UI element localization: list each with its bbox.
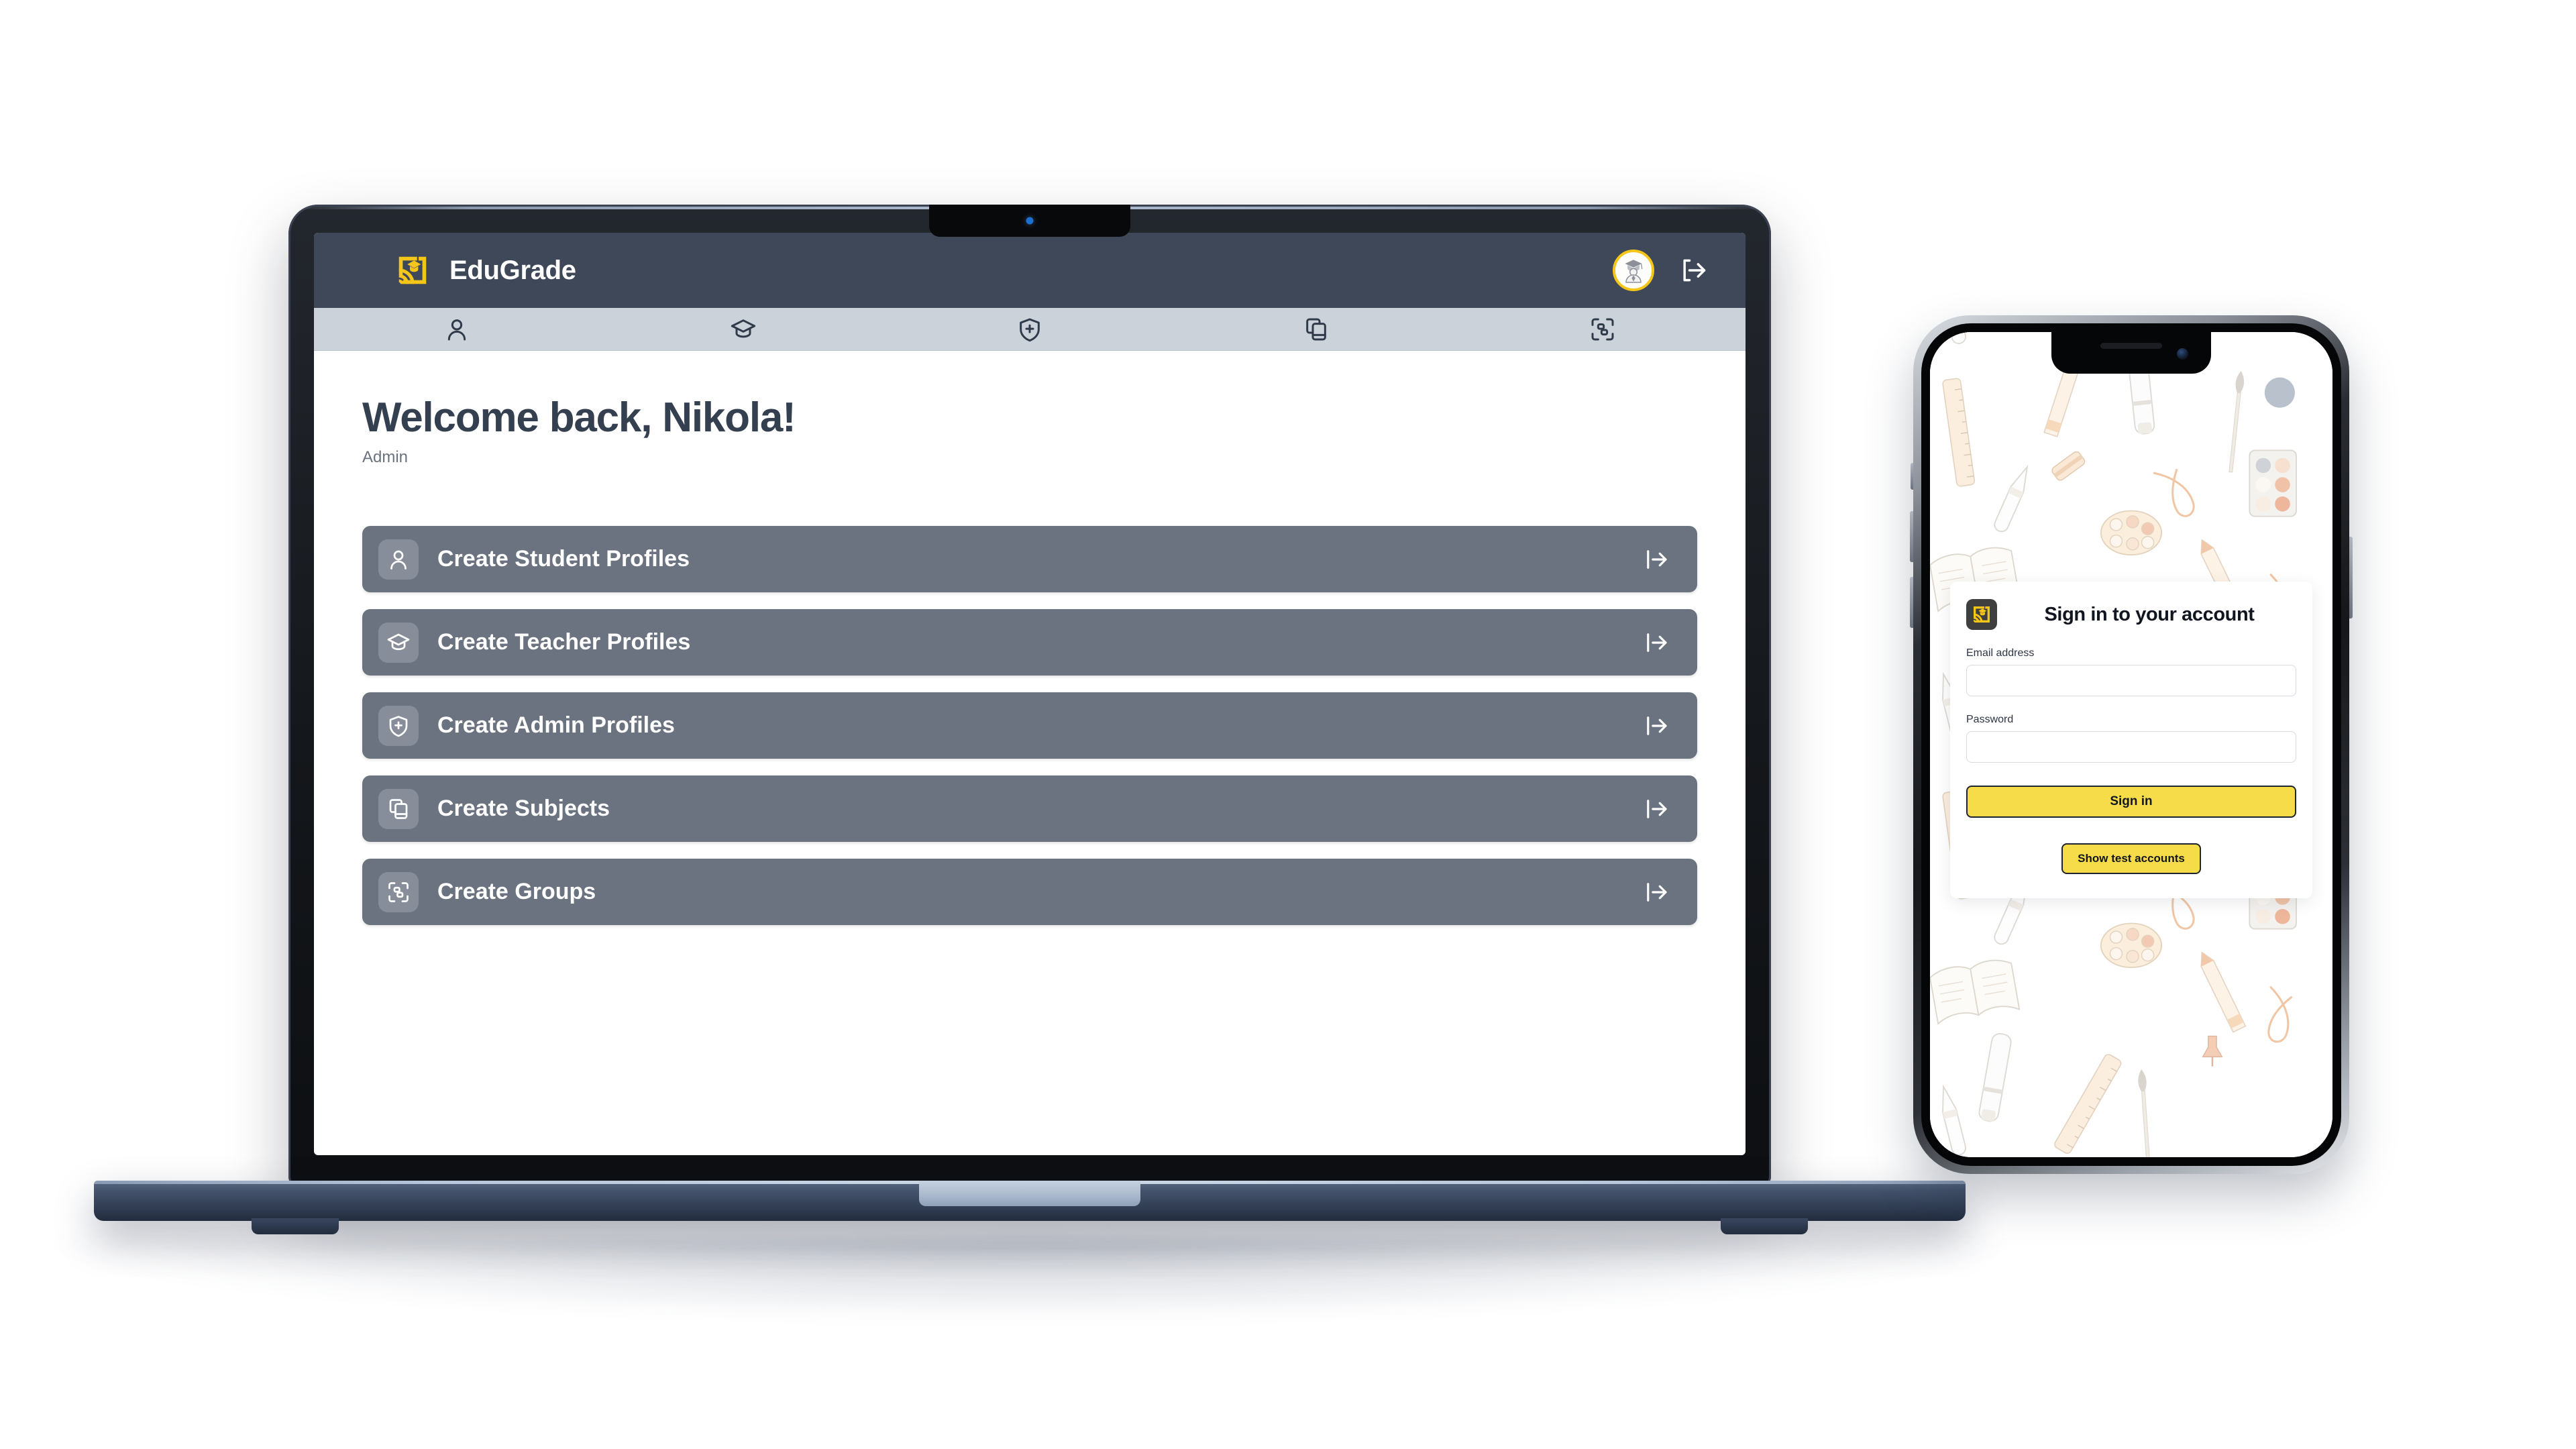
nav-item-students[interactable] [314, 308, 600, 350]
phone-device: Sign in to your account Email address Pa… [1910, 315, 2353, 1174]
page-title: Welcome back, Nikola! [362, 394, 796, 441]
app-nav [314, 308, 1746, 351]
card-label: Create Teacher Profiles [437, 629, 691, 655]
nav-item-groups[interactable] [1459, 308, 1746, 350]
app-logo-badge [1966, 599, 1997, 630]
card-icon-wrap [378, 622, 419, 663]
phone-earpiece-speaker [2100, 343, 2162, 349]
card-create-admin-profiles[interactable]: Create Admin Profiles [362, 692, 1697, 759]
scan-group-icon [1591, 318, 1614, 340]
brand-name: EduGrade [449, 255, 576, 285]
header-actions [1613, 250, 1708, 291]
arrow-right-from-line-icon[interactable] [1642, 712, 1670, 740]
card-label: Create Subjects [437, 796, 610, 821]
phone-screen: Sign in to your account Email address Pa… [1930, 332, 2332, 1157]
laptop-shadow [54, 1238, 2006, 1318]
scene: EduGrade Welcome back, Nikola! Admin Cre… [0, 0, 2576, 1449]
card-label: Create Admin Profiles [437, 712, 675, 738]
laptop-base [94, 1181, 1966, 1234]
app-header: EduGrade [314, 233, 1746, 308]
edugrade-logo-icon [398, 256, 427, 284]
card-icon-wrap [378, 705, 419, 746]
laptop-screen: EduGrade Welcome back, Nikola! Admin Cre… [314, 233, 1746, 1155]
laptop-device: EduGrade Welcome back, Nikola! Admin Cre… [54, 205, 2006, 1318]
shield-plus-icon [389, 715, 408, 737]
graduate-avatar-icon[interactable] [1613, 250, 1654, 291]
copy-icon [389, 798, 408, 819]
graduation-cap-icon [731, 319, 756, 337]
page-subtitle: Admin [362, 448, 409, 466]
nav-item-subjects[interactable] [1173, 308, 1459, 350]
arrow-right-from-line-icon[interactable] [1642, 878, 1670, 906]
logout-icon[interactable] [1678, 256, 1708, 285]
base-foot-right [1721, 1218, 1808, 1234]
nav-item-teachers[interactable] [600, 308, 887, 350]
shield-plus-icon [1020, 318, 1040, 341]
avatar-graduate-glyph [1625, 260, 1643, 283]
arrow-right-from-line-icon[interactable] [1642, 795, 1670, 823]
card-create-groups[interactable]: Create Groups [362, 859, 1697, 925]
card-create-teacher-profiles[interactable]: Create Teacher Profiles [362, 609, 1697, 676]
arrow-right-from-line-icon[interactable] [1642, 629, 1670, 657]
email-input[interactable] [1966, 665, 2296, 696]
action-card-list: Create Student Profiles Create Teacher P… [362, 526, 1697, 925]
sign-in-card: Sign in to your account Email address Pa… [1950, 582, 2312, 898]
laptop-lid: EduGrade Welcome back, Nikola! Admin Cre… [288, 205, 1771, 1187]
card-label: Create Student Profiles [437, 546, 690, 572]
copy-icon [1305, 318, 1326, 340]
show-test-accounts-button[interactable]: Show test accounts [2061, 843, 2201, 874]
password-field-group: Password [1966, 714, 2296, 763]
sign-in-header: Sign in to your account [1966, 599, 2296, 630]
sign-in-title: Sign in to your account [2044, 603, 2255, 625]
card-label: Create Groups [437, 879, 596, 904]
user-icon [448, 319, 466, 340]
phone-notch [2051, 332, 2211, 374]
app-main: Welcome back, Nikola! Admin Create Stude… [314, 351, 1746, 925]
password-input[interactable] [1966, 731, 2296, 763]
graduation-cap-icon [387, 633, 410, 650]
phone-bezel: Sign in to your account Email address Pa… [1921, 323, 2341, 1166]
brand[interactable]: EduGrade [394, 252, 576, 288]
phone-front-camera-icon [2177, 348, 2188, 360]
base-foot-left [252, 1218, 339, 1234]
laptop-camera-icon [1026, 217, 1034, 225]
nav-item-admins[interactable] [887, 308, 1173, 350]
edugrade-logo-icon [1974, 606, 1990, 623]
email-label: Email address [1966, 647, 2035, 659]
card-create-subjects[interactable]: Create Subjects [362, 775, 1697, 842]
card-icon-wrap [378, 871, 419, 912]
user-icon [390, 550, 407, 570]
phone-frame: Sign in to your account Email address Pa… [1913, 315, 2349, 1174]
password-label: Password [1966, 714, 2014, 725]
card-icon-wrap [378, 788, 419, 829]
laptop-camera-notch [929, 205, 1130, 237]
card-icon-wrap [378, 539, 419, 580]
base-thumb-notch [919, 1181, 1140, 1206]
card-create-student-profiles[interactable]: Create Student Profiles [362, 526, 1697, 592]
scan-group-icon [388, 881, 409, 902]
test-accounts-row: Show test accounts [1966, 843, 2296, 874]
email-field-group: Email address [1966, 647, 2296, 696]
arrow-right-from-line-icon[interactable] [1642, 545, 1670, 574]
sign-in-button[interactable]: Sign in [1966, 786, 2296, 818]
